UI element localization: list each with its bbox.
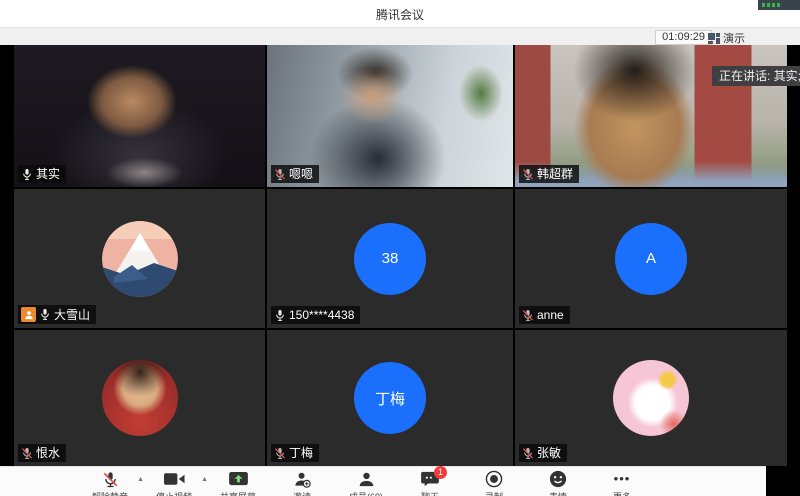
video-tile-anne[interactable]: A anne (515, 189, 787, 328)
snow-mountain-avatar (102, 221, 178, 297)
members-button[interactable]: 成员(69) (341, 470, 391, 496)
present-icon (708, 33, 720, 44)
participant-name-tag: anne (519, 306, 570, 324)
record-button[interactable]: 录制 (469, 470, 519, 496)
participant-name: 150****4438 (289, 308, 354, 322)
video-tile-qishi[interactable]: 其实 (14, 45, 265, 187)
more-dots-icon: ••• (614, 470, 631, 488)
mic-muted-icon (274, 447, 286, 460)
mic-muted-icon (274, 168, 286, 181)
participant-name: anne (537, 308, 564, 322)
chat-button[interactable]: 聊天 1 (405, 470, 455, 496)
toolbar-label: 共享屏幕 (220, 490, 256, 496)
participant-name: 恨水 (36, 446, 60, 460)
chat-unread-badge: 1 (434, 466, 447, 479)
initial-avatar: 38 (354, 223, 426, 295)
speaking-tooltip: 正在讲话: 其实; Tina; (712, 66, 800, 86)
toolbar-label: 成员(69) (349, 490, 383, 496)
participant-name-tag: 嗯嗯 (271, 165, 319, 183)
mic-muted-icon (102, 470, 119, 488)
initial-avatar: A (615, 223, 687, 295)
app-title: 腾讯会议 (0, 6, 800, 23)
mic-muted-icon (522, 447, 534, 460)
bottom-toolbar: 解除静音 ▲ 停止视频 ▲ 共享屏幕 邀请 成员(69) 聊天 1 录制 (0, 466, 766, 496)
chevron-up-icon[interactable]: ▲ (137, 476, 144, 483)
initial-avatar: 丁梅 (354, 362, 426, 434)
participant-name-tag: 张敏 (519, 444, 567, 462)
emoji-button[interactable]: 表情 (533, 470, 583, 496)
pink-rabbit-avatar (613, 360, 689, 436)
participant-name: 韩超群 (537, 167, 573, 181)
present-button[interactable]: 演示 (708, 30, 798, 46)
camera-icon (164, 470, 185, 488)
participant-name: 张敏 (537, 446, 561, 460)
video-tile-henshui[interactable]: 恨水 (14, 330, 265, 466)
toolbar-label: 更多 (613, 490, 631, 496)
mic-on-icon (39, 308, 51, 321)
record-icon (485, 470, 503, 488)
mic-on-icon (274, 309, 286, 322)
mic-muted-icon (522, 168, 534, 181)
toolbar-label: 表情 (549, 490, 567, 496)
toolbar-label: 录制 (485, 490, 503, 496)
toolbar-label: 聊天 (421, 490, 439, 496)
mic-muted-icon (522, 309, 534, 322)
toolbar-label: 邀请 (293, 490, 311, 496)
participant-name: 其实 (36, 167, 60, 181)
mic-muted-icon (21, 447, 33, 460)
more-button[interactable]: ••• 更多 (597, 470, 647, 496)
smiley-icon (549, 470, 567, 488)
participant-name-tag: 150****4438 (271, 306, 360, 324)
meeting-timer: 01:09:29 (655, 30, 712, 45)
mic-on-icon (21, 168, 33, 181)
toolbar-label: 解除静音 (92, 490, 128, 496)
invite-person-icon (294, 470, 311, 488)
title-bar: 腾讯会议 (0, 0, 800, 27)
video-tile-150-4438[interactable]: 38 150****4438 (267, 189, 513, 328)
meeting-window: 腾讯会议 01:09:29 演示 其实 嗯嗯 (0, 0, 800, 496)
share-screen-icon (229, 470, 248, 488)
participant-name: 丁梅 (289, 446, 313, 460)
share-screen-button[interactable]: 共享屏幕 (213, 470, 263, 496)
stop-video-button[interactable]: 停止视频 ▲ (149, 470, 199, 496)
video-tile-dingmei[interactable]: 丁梅 丁梅 (267, 330, 513, 466)
participant-name: 嗯嗯 (289, 167, 313, 181)
video-tile-zhangmin[interactable]: 张敏 (515, 330, 787, 466)
participant-name-tag: 丁梅 (271, 444, 319, 462)
participant-name-tag: 大雪山 (18, 305, 96, 324)
video-grid: 其实 嗯嗯 韩超群 (0, 45, 800, 466)
system-tray-indicator (758, 0, 800, 10)
baby-photo-avatar (102, 360, 178, 436)
unmute-button[interactable]: 解除静音 ▲ (85, 470, 135, 496)
toolbar-label: 停止视频 (156, 490, 192, 496)
members-icon (358, 470, 375, 488)
video-tile-enen[interactable]: 嗯嗯 (267, 45, 513, 187)
participant-name-tag: 其实 (18, 165, 66, 183)
video-tile-daxueshan[interactable]: 大雪山 (14, 189, 265, 328)
host-badge-icon (21, 307, 36, 322)
participant-name: 大雪山 (54, 308, 90, 322)
present-label: 演示 (723, 30, 745, 46)
participant-name-tag: 恨水 (18, 444, 66, 462)
invite-button[interactable]: 邀请 (277, 470, 327, 496)
participant-name-tag: 韩超群 (519, 165, 579, 183)
chevron-up-icon[interactable]: ▲ (201, 476, 208, 483)
status-bar: 01:09:29 演示 (0, 27, 800, 45)
